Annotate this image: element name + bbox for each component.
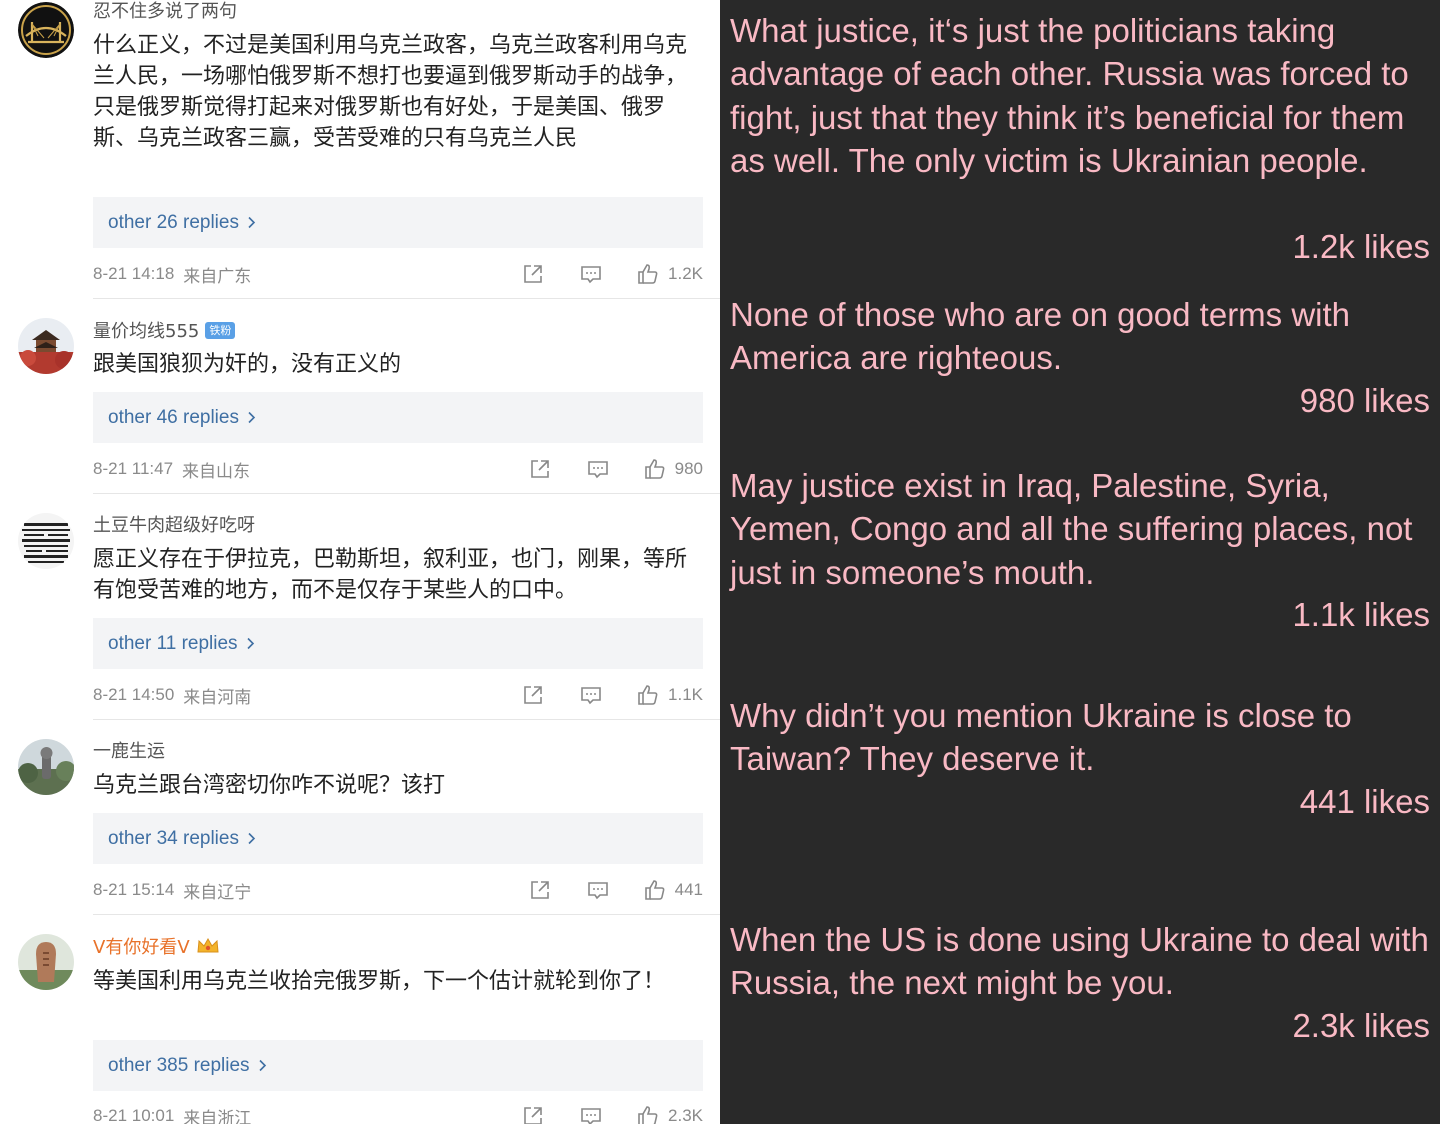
chevron-right-icon bbox=[248, 216, 256, 229]
avatar-text-image bbox=[18, 513, 74, 569]
location: 来自河南 bbox=[183, 687, 252, 707]
replies-label: other 34 replies bbox=[108, 827, 239, 849]
username[interactable]: 一鹿生运 bbox=[93, 737, 165, 763]
username[interactable]: 土豆牛肉超级好吃呀 bbox=[93, 511, 255, 537]
comment-text: 愿正义存在于伊拉克，巴勒斯坦，叙利亚，也门，刚果，等所有饱受苦难的地方，而不是仅… bbox=[93, 547, 688, 603]
action-bar: 1.1K bbox=[521, 682, 703, 708]
share-icon[interactable] bbox=[521, 262, 545, 286]
timestamp: 8-21 11:47 bbox=[93, 459, 174, 478]
replies-label: other 46 replies bbox=[108, 406, 239, 428]
comment-text: 什么正义，不过是美国利用乌克兰政客，乌克兰政客利用乌克兰人民，一场哪怕俄罗斯不想… bbox=[93, 33, 688, 151]
replies-label: other 385 replies bbox=[108, 1054, 250, 1076]
avatar[interactable] bbox=[18, 739, 74, 795]
comment-icon[interactable] bbox=[586, 878, 610, 902]
comment-text: 等美国利用乌克兰收拾完俄罗斯，下一个估计就轮到你了！ bbox=[93, 969, 666, 994]
translation-text: None of those who are on good terms with… bbox=[730, 296, 1351, 377]
like-count: 980 bbox=[674, 459, 703, 478]
comment-icon[interactable] bbox=[586, 457, 610, 481]
replies-link[interactable]: other 385 replies bbox=[93, 1040, 703, 1091]
like-count: 1.2K bbox=[668, 264, 703, 283]
translation-likes: 2.3k likes bbox=[1292, 1007, 1430, 1044]
like-count: 2.3K bbox=[668, 1106, 703, 1124]
translation-panel: What justice, it‘s just the politicians … bbox=[720, 0, 1440, 1124]
avatar[interactable] bbox=[18, 934, 74, 990]
chevron-right-icon bbox=[248, 832, 256, 845]
translation-text: When the US is done using Ukraine to dea… bbox=[730, 921, 1429, 1002]
translation-text: May justice exist in Iraq, Palestine, Sy… bbox=[730, 467, 1413, 591]
comment-icon[interactable] bbox=[579, 1104, 603, 1124]
comments-panel: 忍不住多说了两句 什么正义，不过是美国利用乌克兰政客，乌克兰政客利用乌克兰人民，… bbox=[0, 0, 720, 1124]
chevron-right-icon bbox=[258, 1059, 266, 1072]
comment-icon[interactable] bbox=[579, 262, 603, 286]
divider bbox=[93, 719, 720, 720]
replies-link[interactable]: other 46 replies bbox=[93, 392, 703, 443]
action-bar: 441 bbox=[528, 877, 703, 903]
translation-likes: 441 likes bbox=[1299, 783, 1430, 820]
avatar[interactable] bbox=[18, 318, 74, 374]
share-icon[interactable] bbox=[521, 683, 545, 707]
replies-link[interactable]: other 11 replies bbox=[93, 618, 703, 669]
action-bar: 980 bbox=[528, 456, 703, 482]
avatar-stone-image bbox=[18, 934, 74, 990]
translation-text: Why didn’t you mention Ukraine is close … bbox=[730, 697, 1352, 778]
replies-link[interactable]: other 26 replies bbox=[93, 197, 703, 248]
replies-label: other 26 replies bbox=[108, 211, 239, 233]
divider bbox=[93, 493, 720, 494]
translation-likes: 1.2k likes bbox=[1292, 228, 1430, 265]
timestamp: 8-21 10:01 bbox=[93, 1106, 175, 1124]
location: 来自浙江 bbox=[183, 1108, 252, 1124]
like-count: 441 bbox=[674, 880, 703, 899]
avatar-bridge-image bbox=[18, 2, 74, 58]
avatar-landscape-image bbox=[18, 739, 74, 795]
timestamp: 8-21 14:50 bbox=[93, 685, 175, 704]
thumbs-up-icon[interactable] bbox=[636, 1104, 660, 1124]
like-count: 1.1K bbox=[668, 685, 703, 704]
chevron-right-icon bbox=[246, 637, 254, 650]
thumbs-up-icon[interactable] bbox=[636, 683, 660, 707]
comment-text: 乌克兰跟台湾密切你咋不说呢？该打 bbox=[93, 773, 446, 798]
action-bar: 2.3K bbox=[521, 1103, 703, 1124]
divider bbox=[93, 914, 720, 915]
action-bar: 1.2K bbox=[521, 261, 703, 287]
divider bbox=[93, 298, 720, 299]
replies-link[interactable]: other 34 replies bbox=[93, 813, 703, 864]
timestamp: 8-21 15:14 bbox=[93, 880, 175, 899]
chevron-right-icon bbox=[248, 411, 256, 424]
comment-icon[interactable] bbox=[579, 683, 603, 707]
fan-badge: 铁粉 bbox=[205, 321, 236, 339]
replies-label: other 11 replies bbox=[108, 632, 238, 654]
avatar[interactable] bbox=[18, 2, 74, 58]
crown-icon bbox=[197, 937, 219, 953]
share-icon[interactable] bbox=[528, 457, 552, 481]
share-icon[interactable] bbox=[528, 878, 552, 902]
location: 来自广东 bbox=[183, 266, 252, 286]
avatar-pagoda-image bbox=[18, 318, 74, 374]
thumbs-up-icon[interactable] bbox=[643, 878, 667, 902]
location: 来自山东 bbox=[182, 461, 251, 481]
avatar[interactable] bbox=[18, 513, 74, 569]
translation-likes: 1.1k likes bbox=[1292, 596, 1430, 633]
comment-text: 跟美国狼狈为奸的，没有正义的 bbox=[93, 352, 402, 377]
username[interactable]: V有你好看V bbox=[93, 933, 190, 959]
location: 来自辽宁 bbox=[183, 882, 252, 902]
translation-text: What justice, it‘s just the politicians … bbox=[730, 12, 1409, 179]
thumbs-up-icon[interactable] bbox=[643, 457, 667, 481]
username[interactable]: 忍不住多说了两句 bbox=[93, 0, 237, 23]
timestamp: 8-21 14:18 bbox=[93, 264, 175, 283]
translation-likes: 980 likes bbox=[1299, 382, 1430, 419]
share-icon[interactable] bbox=[521, 1104, 545, 1124]
thumbs-up-icon[interactable] bbox=[636, 262, 660, 286]
username[interactable]: 量价均线555 bbox=[93, 317, 199, 343]
